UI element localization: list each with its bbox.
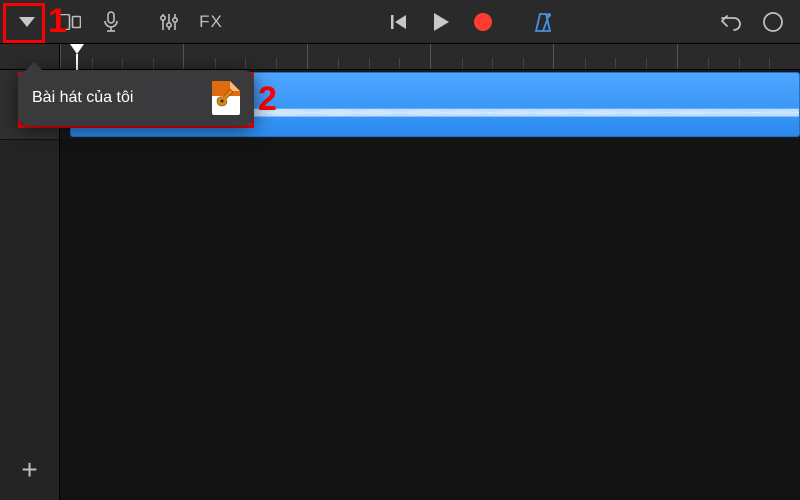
info-icon: [762, 11, 784, 33]
annotation-number-1: 1: [48, 2, 67, 41]
track-controls-button[interactable]: [150, 3, 188, 41]
metronome-icon: [532, 11, 554, 33]
tracks-workspace: + All With You - Taeyeon: [0, 70, 800, 500]
play-icon: [432, 12, 450, 32]
record-icon: [472, 11, 494, 33]
my-songs-label: Bài hát của tôi: [32, 89, 133, 107]
metronome-button[interactable]: [524, 3, 562, 41]
garageband-doc-icon: [212, 81, 240, 115]
dropdown-menu-button[interactable]: [8, 3, 46, 41]
triangle-down-icon: [18, 16, 36, 28]
top-toolbar: FX: [0, 0, 800, 44]
undo-button[interactable]: [712, 3, 750, 41]
record-button[interactable]: [464, 3, 502, 41]
ruler-ticks: [60, 44, 800, 69]
undo-icon: [720, 13, 742, 31]
timeline-ruler[interactable]: [60, 44, 800, 70]
rewind-button[interactable]: [380, 3, 418, 41]
sliders-icon: [159, 12, 179, 32]
playhead[interactable]: [70, 44, 84, 54]
track-headers-column: +: [0, 70, 60, 500]
my-songs-popover[interactable]: Bài hát của tôi: [18, 70, 254, 126]
guitar-icon: [216, 87, 236, 109]
info-button[interactable]: [754, 3, 792, 41]
microphone-button[interactable]: [92, 3, 130, 41]
fx-label: FX: [199, 12, 223, 32]
microphone-icon: [103, 11, 119, 33]
empty-tracks-area[interactable]: [60, 140, 800, 500]
skip-back-icon: [390, 13, 408, 31]
annotation-number-2: 2: [258, 80, 277, 119]
fx-button[interactable]: FX: [192, 3, 230, 41]
plus-icon: +: [21, 454, 37, 486]
tracks-area[interactable]: All With You - Taeyeon: [60, 70, 800, 500]
play-button[interactable]: [422, 3, 460, 41]
add-track-button[interactable]: +: [0, 440, 59, 500]
